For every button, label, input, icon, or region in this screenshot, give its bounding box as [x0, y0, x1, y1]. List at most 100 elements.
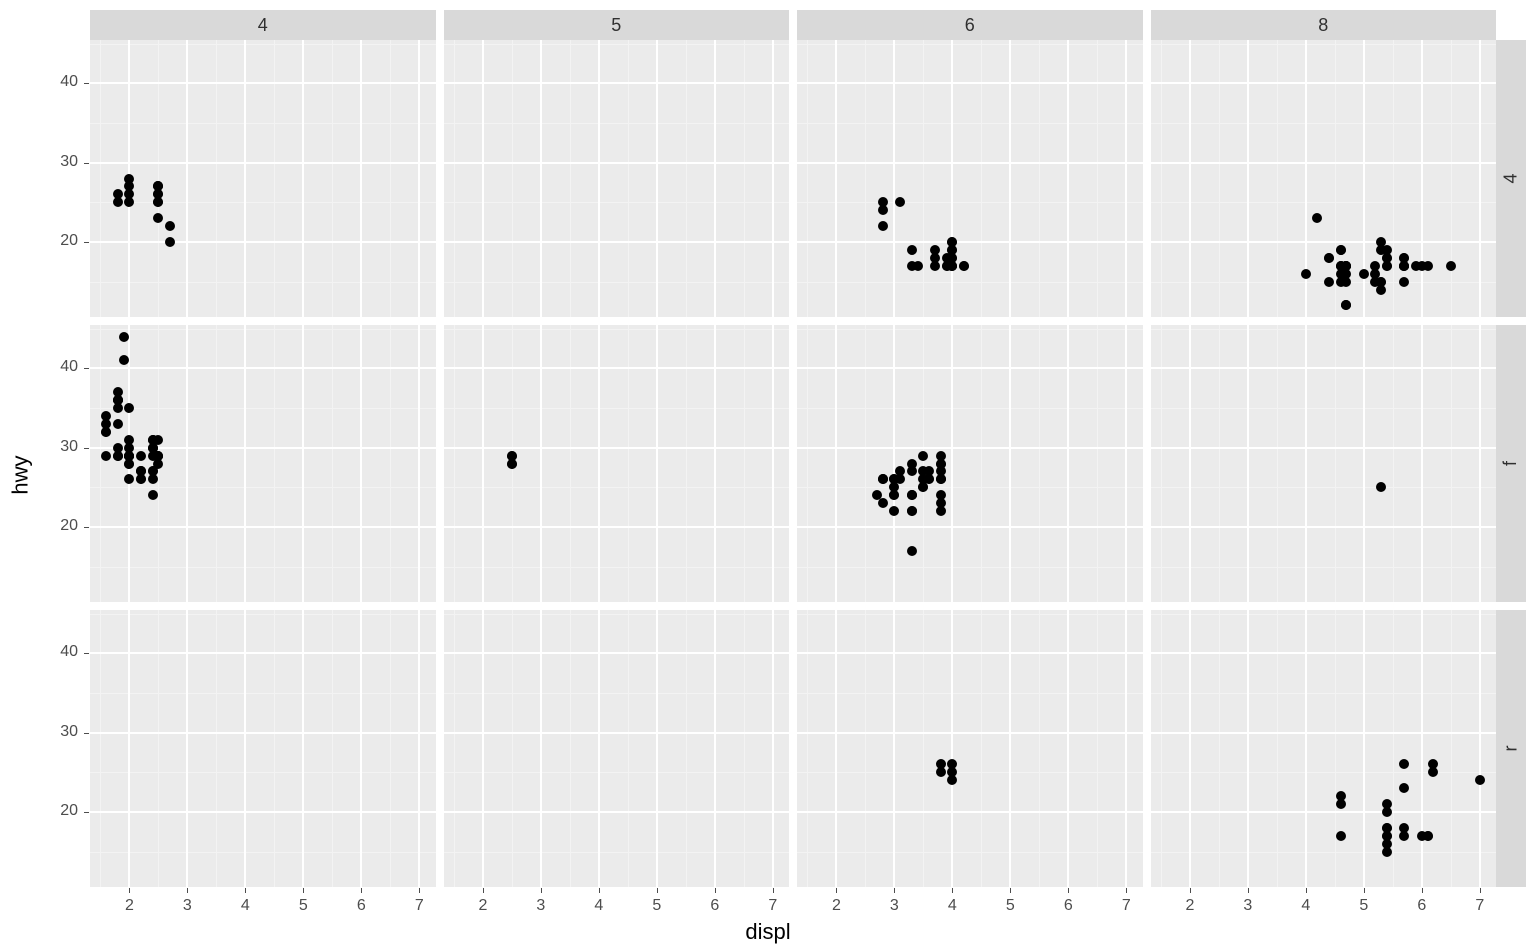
facet-panel	[797, 325, 1143, 602]
data-point	[1336, 831, 1346, 841]
row-facet-strip: r	[1496, 610, 1526, 887]
data-point	[113, 403, 123, 413]
data-point	[136, 474, 146, 484]
data-point	[1399, 253, 1409, 263]
x-tick-label: 5	[1354, 897, 1374, 915]
x-tick-label: 5	[1000, 897, 1020, 915]
data-point	[930, 253, 940, 263]
data-point	[113, 419, 123, 429]
data-point	[1423, 831, 1433, 841]
facet-scatter-chart: 45684fr203040203040203040234567234567234…	[0, 0, 1536, 949]
x-tick-label: 6	[1058, 897, 1078, 915]
data-point	[942, 253, 952, 263]
data-point	[878, 474, 888, 484]
data-point	[1399, 759, 1409, 769]
data-point	[1382, 245, 1392, 255]
x-tick-label: 2	[119, 897, 139, 915]
data-point	[1382, 823, 1392, 833]
data-point	[947, 767, 957, 777]
facet-panel	[1151, 40, 1497, 317]
data-point	[165, 237, 175, 247]
data-point	[124, 474, 134, 484]
data-point	[148, 466, 158, 476]
facet-panel	[90, 325, 436, 602]
data-point	[936, 767, 946, 777]
y-tick-label: 30	[48, 153, 78, 171]
data-point	[1475, 775, 1485, 785]
x-tick-label: 6	[351, 897, 371, 915]
data-point	[113, 443, 123, 453]
x-tick-label: 5	[293, 897, 313, 915]
data-point	[1428, 767, 1438, 777]
data-point	[113, 387, 123, 397]
data-point	[1336, 245, 1346, 255]
x-tick-label: 6	[705, 897, 725, 915]
x-tick-label: 7	[1470, 897, 1490, 915]
y-axis-title: hwy	[8, 0, 34, 949]
data-point	[136, 451, 146, 461]
x-tick-label: 5	[647, 897, 667, 915]
data-point	[918, 451, 928, 461]
facet-panel	[444, 40, 790, 317]
y-tick-label: 20	[48, 802, 78, 820]
facet-panel	[797, 40, 1143, 317]
data-point	[148, 451, 158, 461]
data-point	[101, 451, 111, 461]
data-point	[907, 546, 917, 556]
data-point	[1399, 831, 1409, 841]
data-point	[878, 221, 888, 231]
data-point	[1382, 261, 1392, 271]
data-point	[153, 189, 163, 199]
x-axis-title: displ	[0, 919, 1536, 945]
col-facet-strip: 4	[90, 10, 436, 40]
data-point	[1399, 783, 1409, 793]
x-tick-label: 3	[884, 897, 904, 915]
x-tick-label: 4	[942, 897, 962, 915]
x-tick-label: 2	[1180, 897, 1200, 915]
data-point	[119, 355, 129, 365]
data-point	[1324, 277, 1334, 287]
data-point	[1399, 277, 1409, 287]
data-point	[936, 474, 946, 484]
data-point	[1336, 791, 1346, 801]
y-tick-label: 20	[48, 517, 78, 535]
x-tick-label: 2	[826, 897, 846, 915]
data-point	[889, 490, 899, 500]
facet-panel	[1151, 610, 1497, 887]
data-point	[913, 261, 923, 271]
data-point	[895, 197, 905, 207]
y-tick-label: 30	[48, 438, 78, 456]
data-point	[1341, 300, 1351, 310]
x-tick-label: 4	[1296, 897, 1316, 915]
data-point	[895, 474, 905, 484]
data-point	[124, 197, 134, 207]
facet-panel	[90, 40, 436, 317]
data-point	[1382, 799, 1392, 809]
data-point	[907, 490, 917, 500]
x-tick-label: 6	[1412, 897, 1432, 915]
x-tick-label: 7	[409, 897, 429, 915]
data-point	[507, 451, 517, 461]
data-point	[936, 506, 946, 516]
data-point	[1382, 839, 1392, 849]
x-tick-label: 4	[235, 897, 255, 915]
x-tick-label: 4	[589, 897, 609, 915]
data-point	[1312, 213, 1322, 223]
col-facet-strip: 8	[1151, 10, 1497, 40]
data-point	[878, 498, 888, 508]
y-tick-label: 20	[48, 232, 78, 250]
data-point	[1324, 253, 1334, 263]
facet-panel	[797, 610, 1143, 887]
col-facet-strip: 6	[797, 10, 1143, 40]
data-point	[1341, 261, 1351, 271]
data-point	[1336, 277, 1346, 287]
data-point	[936, 490, 946, 500]
data-point	[1446, 261, 1456, 271]
row-facet-strip: f	[1496, 325, 1526, 602]
y-tick-label: 40	[48, 73, 78, 91]
data-point	[1376, 482, 1386, 492]
data-point	[124, 451, 134, 461]
data-point	[907, 459, 917, 469]
data-point	[1411, 261, 1421, 271]
x-tick-label: 2	[473, 897, 493, 915]
